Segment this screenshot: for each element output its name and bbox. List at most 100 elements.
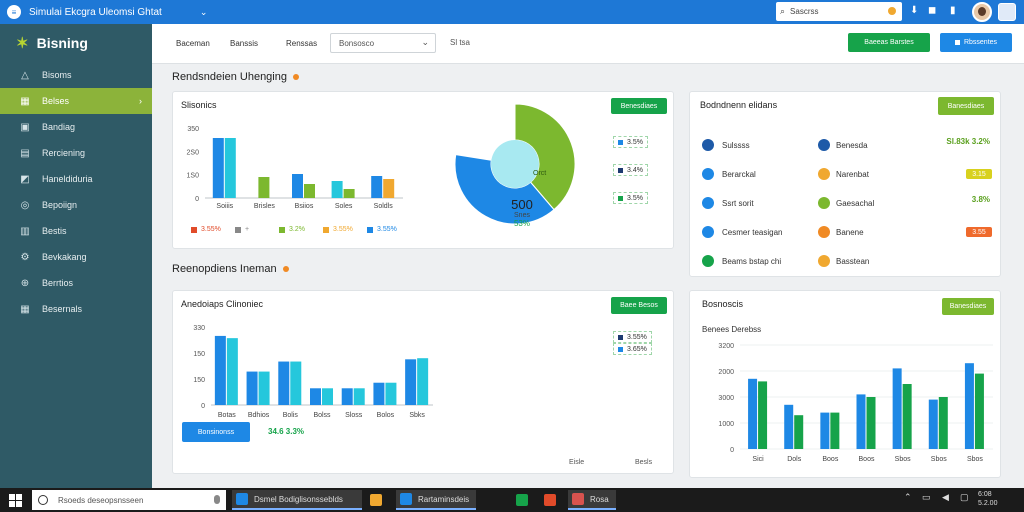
period-select-value: Bonsosco	[339, 38, 375, 48]
taskbar-app[interactable]: Rosa	[568, 490, 616, 510]
taskbar-search-input[interactable]: Rsoeds deseopsnsseen	[32, 490, 226, 510]
y-tick-label: 0	[730, 447, 734, 454]
donut-sub: Snes	[514, 212, 530, 219]
taskbar-app[interactable]	[366, 490, 390, 510]
tab-overview[interactable]: Baceman	[170, 34, 216, 52]
clock[interactable]: 6:08 5.2.00	[978, 490, 997, 508]
bar	[964, 363, 974, 449]
primary-action-button[interactable]: Baeeas Barstes	[848, 33, 930, 52]
card-title: Anedoiaps Clinoniec	[181, 299, 264, 309]
card-subtitle: Benees Derebss	[702, 325, 762, 334]
y-tick-label: 0	[195, 196, 199, 203]
app-icon[interactable]: ≡	[7, 5, 21, 19]
chat-icon[interactable]: ▢	[960, 492, 969, 503]
taskbar: Rsoeds deseopsnsseen Dsmel Bodiglisonsse…	[0, 488, 1024, 512]
bar	[331, 181, 343, 198]
section-title-top-text: Rendsndeien Uhenging	[172, 71, 287, 83]
donut-hole	[491, 140, 539, 188]
legend-item: 3.2%	[279, 226, 305, 233]
card-action-button[interactable]: Banesdiaes	[942, 298, 994, 315]
wrench-icon: ⚙	[20, 251, 30, 263]
x-tick-label: Soiiis	[216, 203, 233, 210]
side-tag: 3.55%	[613, 331, 652, 343]
sidebar-item[interactable]: ◎ Bepoiign	[0, 192, 152, 218]
list-item[interactable]: Berarckal Narenbat 3.15	[690, 161, 1000, 189]
legend-item: +	[235, 226, 249, 233]
sidebar-item-label: Bepoiign	[42, 200, 78, 210]
sidebar-item[interactable]: ⊕ Berrtios	[0, 270, 152, 296]
card-action-button[interactable]: Banesdiaes	[938, 97, 994, 115]
x-tick-label: Brisles	[254, 203, 276, 210]
chat-icon[interactable]: ◼	[928, 5, 936, 16]
bar	[748, 378, 758, 449]
sidebar-item[interactable]: ◩ Haneldiduria	[0, 166, 152, 192]
tag-label: 3.5%	[627, 138, 643, 146]
clock-date: 5.2.00	[978, 500, 998, 507]
list-item[interactable]: Beams bstap chi Basstean	[690, 248, 1000, 276]
taskbar-app[interactable]: Rartaminsdeis	[396, 490, 476, 510]
sidebar-item[interactable]: ▥ Bestis	[0, 218, 152, 244]
download-icon[interactable]: ⬇	[910, 5, 918, 16]
start-button[interactable]	[0, 488, 30, 512]
item-icon	[818, 168, 830, 180]
x-tick-label: Sbks	[409, 412, 425, 419]
item-icon	[702, 168, 714, 180]
sidebar-item[interactable]: ▣ Bandiag	[0, 114, 152, 140]
item-icon	[818, 255, 830, 267]
taskbar-app-label: Dsmel Bodiglisonsseblds	[254, 494, 343, 504]
card-action-button[interactable]: Baee Besos	[611, 297, 667, 314]
chevron-up-icon[interactable]: ⌃	[904, 492, 912, 503]
bar-chart: 0 150 150 330 Botas Bdhios Bolis Bolss Sloss Bolo…	[193, 325, 433, 419]
sidebar-item[interactable]: ▤ Rerciening	[0, 140, 152, 166]
filter-button[interactable]: Bonsinonss	[182, 422, 250, 442]
sidebar-item[interactable]: △ Bisoms	[0, 62, 152, 88]
taskbar-app-label: Rartaminsdeis	[418, 494, 470, 504]
network-icon[interactable]: ▭	[922, 492, 931, 503]
card-action-button[interactable]: Benesdiaes	[611, 98, 667, 114]
x-tick-label: Sbos	[967, 456, 983, 463]
notification-icon[interactable]: ▮	[950, 5, 956, 16]
secondary-action-button[interactable]: Rbssentes	[940, 33, 1012, 52]
sidebar-item[interactable]: ⚙ Bevkakang	[0, 244, 152, 270]
avatar[interactable]	[972, 2, 992, 22]
chart-legend: 3.55% +3.2% 3.55% 3.55%	[191, 226, 411, 238]
chevron-down-icon[interactable]: ⌄	[200, 7, 208, 18]
tag-label: 3.55%	[627, 333, 647, 341]
tag-swatch	[618, 195, 623, 201]
sidebar-item-label: Bandiag	[42, 122, 76, 132]
footer-label: Besls	[635, 459, 653, 466]
list-item[interactable]: Cesmer teasigan Banene 3.55	[690, 219, 1000, 247]
bar	[866, 397, 876, 449]
x-tick-label: Bsiios	[295, 203, 314, 210]
x-tick-label: Bdhios	[248, 412, 270, 419]
volume-icon[interactable]: ◀	[942, 492, 949, 503]
period-select[interactable]: Bonsosco ⌄	[330, 33, 436, 53]
toolbar-extra[interactable]: Sl tsa	[450, 38, 470, 47]
sidebar: ✶ Bisning △ Bisoms ▦ Belses › ▣ Bandiag ▤ Rercie…	[0, 24, 152, 488]
sidebar-item[interactable]: ▦ Belses ›	[0, 88, 152, 114]
tag-label: 3.5%	[627, 194, 643, 202]
profile-icon[interactable]	[998, 3, 1016, 21]
x-tick-label: Bolis	[283, 412, 299, 419]
taskbar-app[interactable]: Dsmel Bodiglisonsseblds	[232, 490, 362, 510]
list-item[interactable]: Sulssss Benesda Sl.83k 3.2%	[690, 132, 1000, 160]
taskbar-app[interactable]	[540, 490, 564, 510]
tag-swatch	[618, 346, 623, 352]
details-card: Bodndnenn elidans Banesdiaes Sulssss Bene…	[689, 91, 1001, 277]
x-tick-label: Soldls	[374, 203, 394, 210]
donut-pct: 53%	[513, 219, 530, 228]
search-input[interactable]: ⌕ Sascrss	[776, 2, 902, 21]
x-tick-label: Sbos	[931, 456, 947, 463]
status-badge: 3.55	[966, 227, 992, 237]
brand[interactable]: ✶ Bisning	[0, 24, 152, 62]
taskbar-app[interactable]	[512, 490, 536, 510]
list-item[interactable]: Ssrt sorit Gaesachal 3.8%	[690, 190, 1000, 218]
tab-analysis[interactable]: Banssis	[224, 34, 264, 52]
bar	[246, 371, 258, 405]
microphone-icon[interactable]	[214, 495, 220, 504]
trend-card: Bosnoscis Benees Derebss Banesdiaes 0 100…	[689, 290, 1001, 478]
tab-reports[interactable]: Renssas	[280, 34, 323, 52]
app-icon	[516, 494, 528, 506]
sidebar-item[interactable]: ▦ Besernals	[0, 296, 152, 322]
bar	[304, 184, 315, 198]
